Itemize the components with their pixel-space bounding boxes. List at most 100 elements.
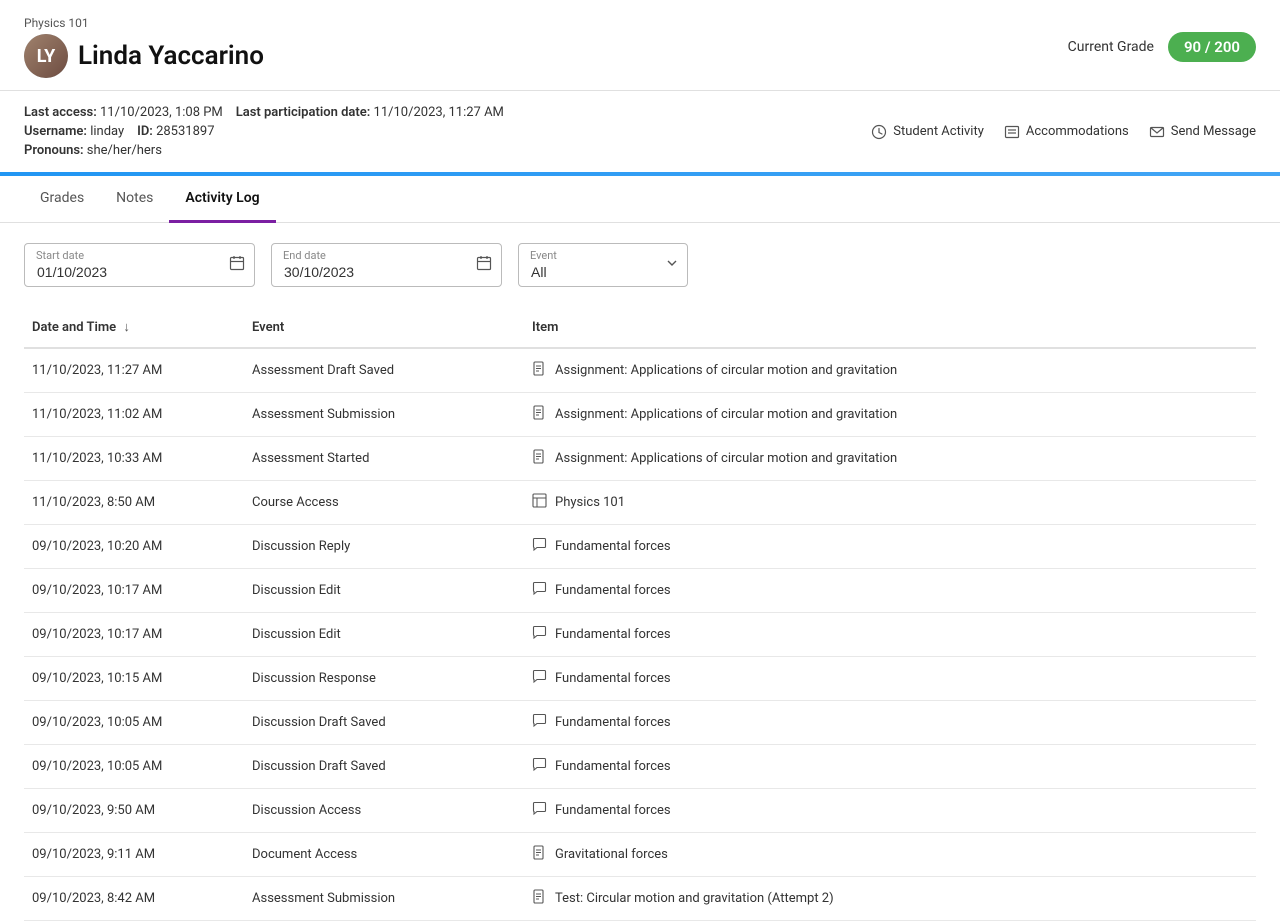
info-bar: Last access: 11/10/2023, 1:08 PM Last pa… [0,91,1280,175]
tabs: Grades Notes Activity Log [0,176,1280,223]
table-row: 11/10/2023, 11:02 AM Assessment Submissi… [24,393,1256,437]
send-message-label: Send Message [1171,124,1256,139]
pronouns-row: Pronouns: she/her/hers [24,143,504,158]
table-row: 09/10/2023, 8:42 AM Assessment Submissio… [24,877,1256,921]
discussion-icon [532,537,547,556]
cell-event: Assessment Submission [244,877,524,921]
item-label: Fundamental forces [555,583,671,598]
cell-item: Fundamental forces [524,525,1256,569]
student-activity-link[interactable]: Student Activity [871,124,984,140]
item-label: Fundamental forces [555,671,671,686]
table-row: 09/10/2023, 9:11 AM Document Access Grav… [24,833,1256,877]
end-date-label: End date [283,249,326,262]
cell-date: 09/10/2023, 10:20 AM [24,525,244,569]
cell-event: Discussion Edit [244,613,524,657]
cell-date: 09/10/2023, 10:17 AM [24,613,244,657]
discussion-icon [532,669,547,688]
table-row: 09/10/2023, 10:15 AM Discussion Response… [24,657,1256,701]
cell-date: 11/10/2023, 8:50 AM [24,481,244,525]
pronouns-label: Pronouns: [24,143,84,158]
username-row: Username: linday ID: 28531897 [24,124,504,139]
cell-item: Fundamental forces [524,701,1256,745]
pronouns-value: she/her/hers [87,143,162,158]
document-icon [532,361,547,380]
cell-date: 09/10/2023, 10:05 AM [24,701,244,745]
cell-event: Assessment Submission [244,393,524,437]
grade-section: Current Grade 90 / 200 [1068,32,1256,62]
table-row: 11/10/2023, 10:33 AM Assessment Started … [24,437,1256,481]
cell-item: Assignment: Applications of circular mot… [524,437,1256,481]
tab-grades[interactable]: Grades [24,176,100,223]
item-label: Fundamental forces [555,759,671,774]
course-icon [532,493,547,512]
tab-activity-log[interactable]: Activity Log [169,176,275,223]
id-label: ID: [137,124,153,139]
activity-table: Date and Time ↓ Event Item 11/10/2023, 1… [24,307,1256,921]
table-row: 09/10/2023, 9:50 AM Discussion Access Fu… [24,789,1256,833]
student-details: Last access: 11/10/2023, 1:08 PM Last pa… [24,105,504,158]
id-value: 28531897 [156,124,214,139]
send-message-link[interactable]: Send Message [1149,124,1256,140]
cell-date: 11/10/2023, 11:27 AM [24,348,244,393]
item-label: Fundamental forces [555,627,671,642]
activity-table-container: Date and Time ↓ Event Item 11/10/2023, 1… [0,307,1280,921]
top-bar: Physics 101 LY Linda Yaccarino Current G… [0,0,1280,91]
student-info-left: Physics 101 LY Linda Yaccarino [24,16,264,78]
item-label: Physics 101 [555,495,625,510]
cell-date: 09/10/2023, 10:17 AM [24,569,244,613]
cell-item: Test: Circular motion and gravitation (A… [524,877,1256,921]
accommodations-link[interactable]: Accommodations [1004,124,1129,140]
cell-date: 09/10/2023, 8:42 AM [24,877,244,921]
cell-event: Assessment Started [244,437,524,481]
table-row: 09/10/2023, 10:17 AM Discussion Edit Fun… [24,613,1256,657]
sort-arrow-icon: ↓ [123,320,130,335]
table-row: 09/10/2023, 10:05 AM Discussion Draft Sa… [24,701,1256,745]
cell-item: Fundamental forces [524,789,1256,833]
cell-event: Discussion Reply [244,525,524,569]
course-name: Physics 101 [24,16,264,30]
accommodations-icon [1004,124,1020,140]
discussion-icon [532,801,547,820]
document-icon [532,449,547,468]
discussion-icon [532,625,547,644]
col-header-event: Event [244,307,524,348]
col-header-date: Date and Time ↓ [24,307,244,348]
last-participation-label: Last participation date: [236,105,371,120]
info-actions: Student Activity Accommodations Send Mes… [871,124,1256,140]
cell-event: Assessment Draft Saved [244,348,524,393]
discussion-icon [532,713,547,732]
cell-event: Course Access [244,481,524,525]
start-date-label: Start date [36,249,84,262]
discussion-icon [532,581,547,600]
end-date-filter: End date [271,243,502,287]
item-label: Gravitational forces [555,847,668,862]
username-label: Username: [24,124,87,139]
cell-item: Assignment: Applications of circular mot… [524,393,1256,437]
tab-notes[interactable]: Notes [100,176,169,223]
cell-item: Fundamental forces [524,613,1256,657]
cell-event: Discussion Response [244,657,524,701]
table-row: 09/10/2023, 10:17 AM Discussion Edit Fun… [24,569,1256,613]
clock-icon [871,124,887,140]
table-row: 09/10/2023, 10:20 AM Discussion Reply Fu… [24,525,1256,569]
cell-item: Fundamental forces [524,745,1256,789]
table-row: 11/10/2023, 11:27 AM Assessment Draft Sa… [24,348,1256,393]
cell-date: 09/10/2023, 10:05 AM [24,745,244,789]
username-value: linday [90,124,124,139]
table-header-row: Date and Time ↓ Event Item [24,307,1256,348]
accommodations-label: Accommodations [1026,124,1129,139]
item-label: Fundamental forces [555,715,671,730]
document-icon [532,405,547,424]
cell-date: 11/10/2023, 11:02 AM [24,393,244,437]
cell-event: Document Access [244,833,524,877]
student-activity-label: Student Activity [893,124,984,139]
item-label: Assignment: Applications of circular mot… [555,407,897,422]
cell-event: Discussion Draft Saved [244,745,524,789]
event-label: Event [530,249,557,262]
filters: Start date End date Event All Assessment… [0,223,1280,307]
table-row: 11/10/2023, 8:50 AM Course Access Physic… [24,481,1256,525]
discussion-icon [532,757,547,776]
item-label: Fundamental forces [555,803,671,818]
item-label: Assignment: Applications of circular mot… [555,363,897,378]
document-icon [532,889,547,908]
